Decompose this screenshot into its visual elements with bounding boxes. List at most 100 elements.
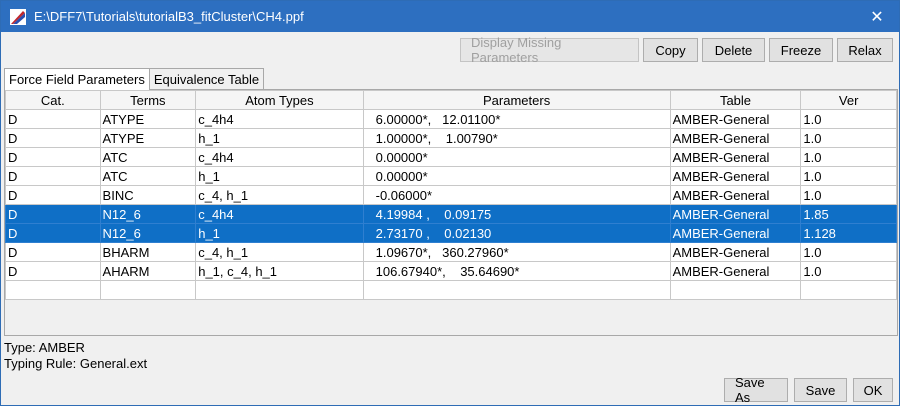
bottom-button-bar: Save As Save OK (724, 375, 893, 405)
table-body: D ATYPE c_4h4 6.00000*, 12.01100* AMBER-Gene… (5, 109, 897, 300)
copy-button[interactable]: Copy (643, 38, 698, 62)
cell-cat[interactable] (5, 280, 101, 300)
cell-cat[interactable]: D (5, 204, 101, 224)
cell-parameters[interactable]: 1.09670*, 360.27960* (362, 242, 671, 262)
cell-table[interactable]: AMBER-General (669, 128, 802, 148)
delete-button[interactable]: Delete (702, 38, 765, 62)
cell-parameters[interactable] (362, 280, 671, 300)
cell-terms[interactable]: BINC (99, 185, 197, 205)
table-row[interactable]: D ATC c_4h4 0.00000* AMBER-General 1.0 (5, 147, 897, 167)
cell-cat[interactable]: D (5, 128, 101, 148)
column-header-terms[interactable]: Terms (99, 90, 197, 110)
table-row[interactable]: D ATC h_1 0.00000* AMBER-General 1.0 (5, 166, 897, 186)
cell-parameters[interactable]: 6.00000*, 12.01100* (362, 109, 671, 129)
cell-terms[interactable]: ATYPE (99, 109, 197, 129)
cell-cat[interactable]: D (5, 223, 101, 243)
cell-atom-types[interactable]: c_4h4 (195, 147, 364, 167)
cell-atom-types[interactable]: c_4h4 (195, 109, 364, 129)
cell-ver[interactable]: 1.0 (800, 185, 897, 205)
cell-parameters[interactable]: 4.19984 , 0.09175 (362, 204, 671, 224)
cell-cat[interactable]: D (5, 166, 101, 186)
title-bar[interactable]: E:\DFF7\Tutorials\tutorialB3_fitCluster\… (1, 1, 899, 32)
relax-button[interactable]: Relax (837, 38, 893, 62)
close-button[interactable]: ✕ (857, 1, 897, 32)
cell-terms[interactable]: ATC (99, 147, 197, 167)
column-header-atom-types[interactable]: Atom Types (195, 90, 364, 110)
cell-ver[interactable]: 1.0 (800, 109, 897, 129)
tab-bar: Force Field Parameters Equivalence Table (4, 68, 265, 90)
cell-ver[interactable] (800, 280, 897, 300)
cell-parameters[interactable]: 1.00000*, 1.00790* (362, 128, 671, 148)
cell-ver[interactable]: 1.0 (800, 147, 897, 167)
table-row[interactable]: D N12_6 h_1 2.73170 , 0.02130 AMBER-General 1… (5, 223, 897, 243)
display-missing-parameters-button[interactable]: Display Missing Parameters (460, 35, 639, 65)
column-header-cat[interactable]: Cat. (5, 90, 101, 110)
cell-ver[interactable]: 1.0 (800, 166, 897, 186)
cell-table[interactable]: AMBER-General (669, 185, 802, 205)
table-row[interactable]: D BHARM c_4, h_1 1.09670*, 360.27960* AMBER-… (5, 242, 897, 262)
cell-parameters[interactable]: 0.00000* (362, 147, 671, 167)
table-row[interactable]: D N12_6 c_4h4 4.19984 , 0.09175 AMBER-Genera… (5, 204, 897, 224)
window-title: E:\DFF7\Tutorials\tutorialB3_fitCluster\… (34, 9, 304, 24)
cell-terms[interactable]: N12_6 (99, 204, 197, 224)
cell-atom-types[interactable]: h_1 (195, 166, 364, 186)
column-header-ver[interactable]: Ver (800, 90, 897, 110)
table-row[interactable]: D AHARM h_1, c_4, h_1 106.67940*, 35.64690*… (5, 261, 897, 281)
cell-table[interactable]: AMBER-General (669, 166, 802, 186)
column-header-parameters[interactable]: Parameters (362, 90, 671, 110)
cell-terms[interactable]: ATYPE (99, 128, 197, 148)
cell-table[interactable]: AMBER-General (669, 204, 802, 224)
ok-button[interactable]: OK (853, 378, 893, 402)
table-row[interactable]: D ATYPE h_1 1.00000*, 1.00790* AMBER-General… (5, 128, 897, 148)
cell-ver[interactable]: 1.128 (800, 223, 897, 243)
cell-parameters[interactable]: 106.67940*, 35.64690* (362, 261, 671, 281)
cell-atom-types[interactable]: c_4, h_1 (195, 185, 364, 205)
save-as-button[interactable]: Save As (724, 375, 788, 405)
cell-table[interactable]: AMBER-General (669, 223, 802, 243)
header-row: Cat. Terms Atom Types Parameters Table V… (5, 90, 897, 110)
cell-terms[interactable] (99, 280, 197, 300)
cell-table[interactable]: AMBER-General (669, 242, 802, 262)
cell-terms[interactable]: N12_6 (99, 223, 197, 243)
cell-table[interactable]: AMBER-General (669, 147, 802, 167)
cell-ver[interactable]: 1.0 (800, 242, 897, 262)
cell-table[interactable]: AMBER-General (669, 109, 802, 129)
cell-ver[interactable]: 1.0 (800, 128, 897, 148)
cell-parameters[interactable]: -0.06000* (362, 185, 671, 205)
cell-atom-types[interactable]: h_1, c_4, h_1 (195, 261, 364, 281)
cell-cat[interactable]: D (5, 109, 101, 129)
tab-equivalence-table[interactable]: Equivalence Table (148, 68, 265, 89)
cell-terms[interactable]: AHARM (99, 261, 197, 281)
app-icon (10, 8, 26, 25)
cell-ver[interactable]: 1.85 (800, 204, 897, 224)
cell-terms[interactable]: ATC (99, 166, 197, 186)
table-row[interactable]: D BINC c_4, h_1 -0.06000* AMBER-General 1.0 (5, 185, 897, 205)
table-row[interactable] (5, 280, 897, 300)
cell-terms[interactable]: BHARM (99, 242, 197, 262)
tab-force-field-parameters[interactable]: Force Field Parameters (4, 68, 150, 90)
cell-atom-types[interactable]: c_4, h_1 (195, 242, 364, 262)
cell-ver[interactable]: 1.0 (800, 261, 897, 281)
cell-table[interactable] (669, 280, 802, 300)
cell-cat[interactable]: D (5, 242, 101, 262)
cell-cat[interactable]: D (5, 261, 101, 281)
column-header-table[interactable]: Table (669, 90, 802, 110)
cell-table[interactable]: AMBER-General (669, 261, 802, 281)
cell-atom-types[interactable]: h_1 (195, 128, 364, 148)
cell-cat[interactable]: D (5, 147, 101, 167)
dialog-window: E:\DFF7\Tutorials\tutorialB3_fitCluster\… (0, 0, 900, 406)
cell-cat[interactable]: D (5, 185, 101, 205)
status-area: Type: AMBER Typing Rule: General.ext (4, 340, 147, 372)
cell-atom-types[interactable]: h_1 (195, 223, 364, 243)
close-icon: ✕ (870, 8, 884, 26)
freeze-button[interactable]: Freeze (769, 38, 833, 62)
toolbar: Display Missing Parameters Copy Delete F… (460, 35, 893, 65)
cell-parameters[interactable]: 2.73170 , 0.02130 (362, 223, 671, 243)
parameters-grid[interactable]: Cat. Terms Atom Types Parameters Table V… (4, 89, 898, 336)
cell-parameters[interactable]: 0.00000* (362, 166, 671, 186)
cell-atom-types[interactable]: c_4h4 (195, 204, 364, 224)
type-label: Type: AMBER (4, 340, 85, 355)
cell-atom-types[interactable] (195, 280, 364, 300)
table-row[interactable]: D ATYPE c_4h4 6.00000*, 12.01100* AMBER-Gene… (5, 109, 897, 129)
save-button[interactable]: Save (794, 378, 847, 402)
